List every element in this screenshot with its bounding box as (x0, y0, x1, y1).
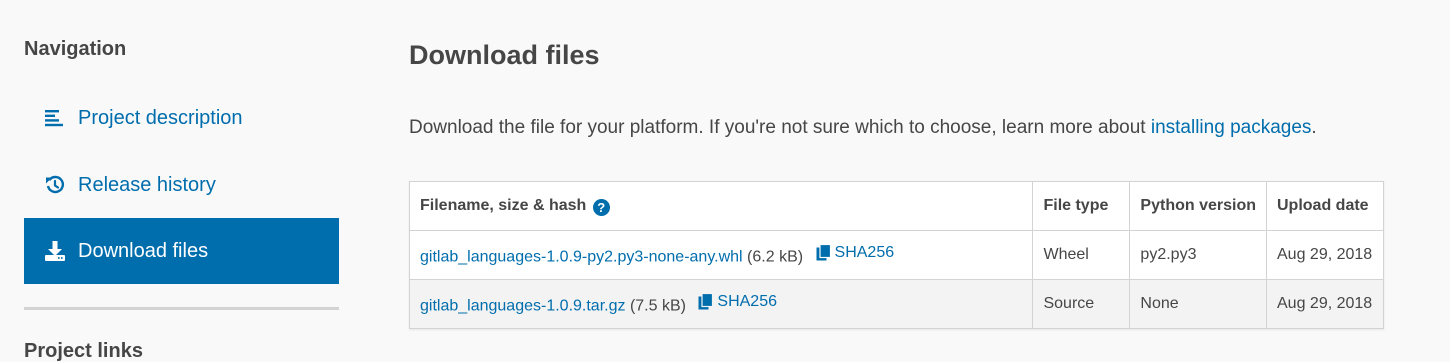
file-cell: gitlab_languages-1.0.9-py2.py3-none-any.… (408, 230, 1034, 280)
upload-date-cell: Aug 29, 2018 (1266, 230, 1384, 280)
header-filename-label: Filename, size & hash (420, 196, 587, 214)
intro-text-body: Download the file for your platform. If … (409, 117, 1151, 138)
nav-heading: Navigation (24, 38, 127, 60)
align-left-icon (44, 107, 66, 129)
sha256-link[interactable]: SHA256 (816, 243, 895, 262)
file-size: (6.2 kB) (747, 248, 804, 266)
table-row: gitlab_languages-1.0.9.tar.gz (7.5 kB) S… (408, 279, 1384, 329)
files-table: Filename, size & hash ? File type Python… (408, 181, 1384, 329)
project-links-heading: Project links (24, 340, 143, 362)
python-version-cell: None (1129, 279, 1267, 329)
sidebar-item-project-description[interactable]: Project description (24, 85, 339, 151)
installing-packages-link[interactable]: installing packages (1151, 117, 1312, 138)
intro-text-suffix: . (1311, 117, 1317, 138)
file-type-cell: Wheel (1032, 230, 1131, 280)
history-icon (44, 174, 66, 196)
table-header-row: Filename, size & hash ? File type Python… (408, 181, 1384, 231)
help-icon[interactable]: ? (592, 198, 610, 216)
file-type-cell: Source (1032, 279, 1131, 329)
header-python-version: Python version (1129, 181, 1267, 231)
upload-date-cell: Aug 29, 2018 (1266, 279, 1384, 329)
page: Navigation Project description Release h… (0, 0, 1450, 362)
download-icon (44, 240, 66, 262)
header-upload-date: Upload date (1266, 181, 1384, 231)
sidebar-item-label: Project description (78, 106, 243, 129)
sidebar-item-download-files[interactable]: Download files (24, 218, 339, 284)
page-title: Download files (409, 40, 600, 70)
intro-text: Download the file for your platform. If … (409, 117, 1317, 139)
file-size: (7.5 kB) (629, 297, 686, 315)
sha256-label: SHA256 (834, 243, 895, 261)
header-file-type: File type (1032, 181, 1131, 231)
sidebar-item-label: Release history (78, 173, 216, 196)
sha256-link[interactable]: SHA256 (698, 293, 777, 311)
file-cell: gitlab_languages-1.0.9.tar.gz (7.5 kB) S… (408, 279, 1034, 329)
copy-icon (698, 293, 714, 310)
sidebar-divider (24, 307, 339, 310)
table-row: gitlab_languages-1.0.9-py2.py3-none-any.… (408, 230, 1384, 280)
python-version-cell: py2.py3 (1129, 230, 1267, 280)
copy-icon (816, 244, 832, 261)
sha256-label: SHA256 (717, 292, 777, 310)
header-filename: Filename, size & hash ? (408, 181, 1034, 231)
sidebar-item-label: Download files (78, 239, 209, 262)
sidebar-item-release-history[interactable]: Release history (24, 152, 339, 218)
file-link[interactable]: gitlab_languages-1.0.9.tar.gz (420, 297, 625, 314)
file-link[interactable]: gitlab_languages-1.0.9-py2.py3-none-any.… (420, 248, 743, 265)
